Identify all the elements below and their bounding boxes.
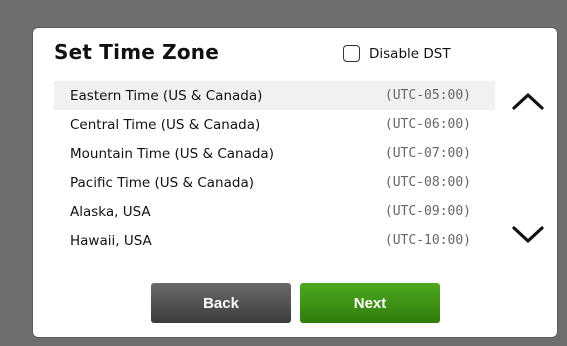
dialog-title: Set Time Zone: [54, 40, 220, 64]
time-zone-row[interactable]: Central Time (US & Canada) (UTC-06:00): [54, 110, 495, 139]
time-zone-row[interactable]: Eastern Time (US & Canada) (UTC-05:00): [54, 81, 495, 110]
time-zone-name: Alaska, USA: [70, 204, 151, 220]
disable-dst-checkbox[interactable]: [343, 45, 360, 62]
time-zone-name: Pacific Time (US & Canada): [70, 175, 254, 191]
time-zone-offset: (UTC-08:00): [384, 175, 471, 190]
chevron-down-icon: [512, 226, 544, 243]
time-zone-name: Mountain Time (US & Canada): [70, 146, 274, 162]
time-zone-name: Central Time (US & Canada): [70, 117, 261, 133]
time-zone-name: Eastern Time (US & Canada): [70, 88, 263, 104]
time-zone-offset: (UTC-10:00): [384, 233, 471, 248]
time-zone-name: Hawaii, USA: [70, 233, 152, 249]
scroll-down-button[interactable]: [509, 220, 547, 250]
time-zone-offset: (UTC-09:00): [384, 204, 471, 219]
time-zone-row[interactable]: Hawaii, USA (UTC-10:00): [54, 226, 495, 255]
disable-dst-toggle[interactable]: Disable DST: [343, 45, 451, 62]
time-zone-offset: (UTC-05:00): [384, 88, 471, 103]
time-zone-dialog: Set Time Zone Disable DST Eastern Time (…: [32, 27, 558, 338]
next-button[interactable]: Next: [300, 283, 440, 323]
back-button[interactable]: Back: [151, 283, 291, 323]
time-zone-list: Eastern Time (US & Canada) (UTC-05:00) C…: [54, 81, 495, 255]
time-zone-row[interactable]: Alaska, USA (UTC-09:00): [54, 197, 495, 226]
time-zone-row[interactable]: Mountain Time (US & Canada) (UTC-07:00): [54, 139, 495, 168]
disable-dst-label: Disable DST: [369, 45, 451, 62]
time-zone-offset: (UTC-07:00): [384, 146, 471, 161]
time-zone-offset: (UTC-06:00): [384, 117, 471, 132]
time-zone-row[interactable]: Pacific Time (US & Canada) (UTC-08:00): [54, 168, 495, 197]
chevron-up-icon: [512, 93, 544, 110]
scroll-up-button[interactable]: [509, 86, 547, 116]
